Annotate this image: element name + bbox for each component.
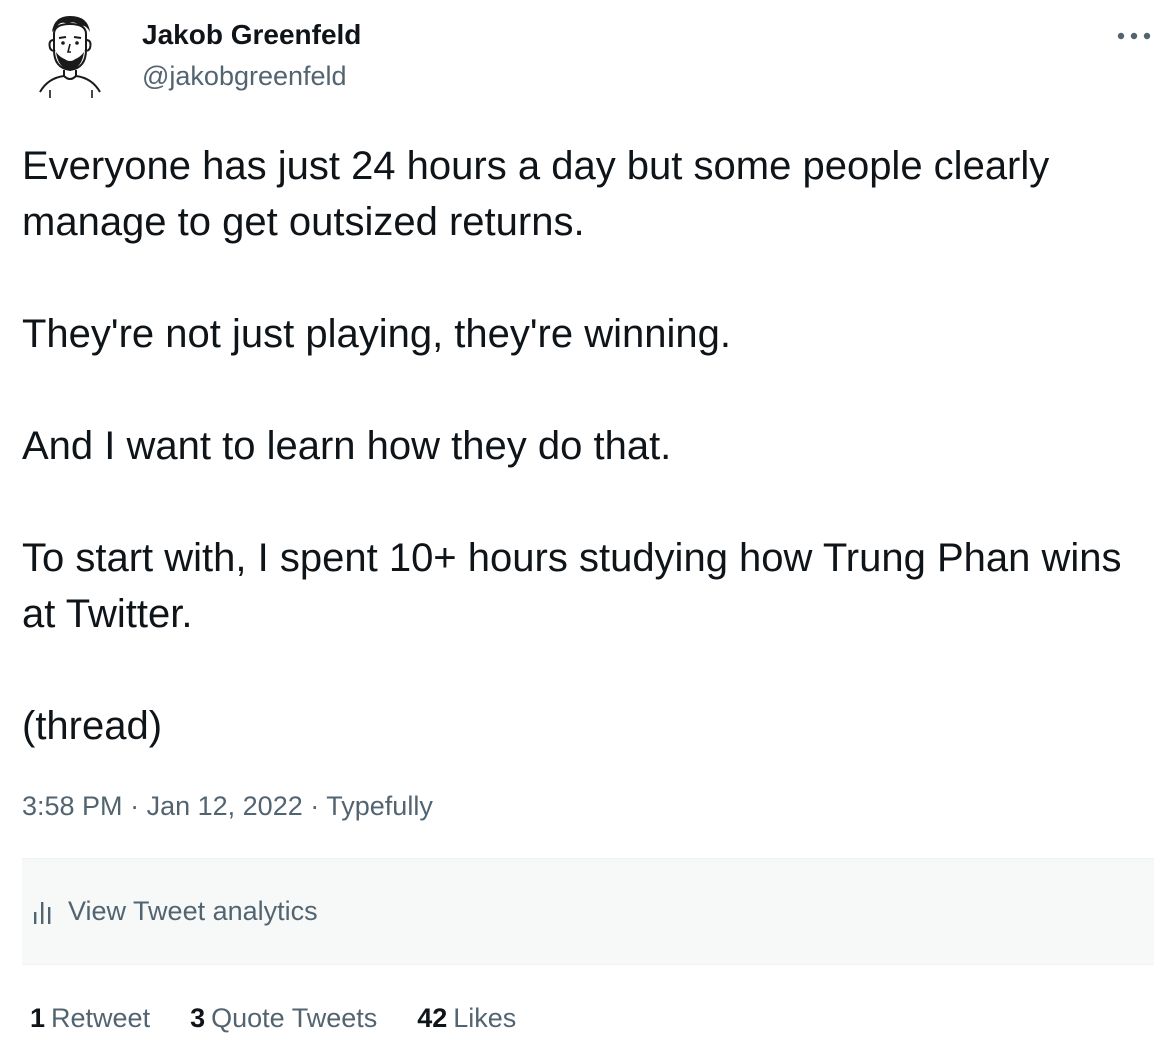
author-handle[interactable]: @jakobgreenfeld	[142, 60, 347, 92]
quote-tweet-count: 3	[190, 1003, 206, 1033]
tweet-date: Jan 12, 2022	[146, 791, 303, 821]
avatar[interactable]	[28, 10, 112, 102]
tweet-paragraph: (thread)	[22, 704, 163, 748]
quote-tweets-link[interactable]: 3 Quote Tweets	[190, 1000, 377, 1036]
likes-link[interactable]: 42 Likes	[417, 1000, 516, 1036]
tweet-time: 3:58 PM	[22, 791, 123, 821]
more-options-button[interactable]	[1112, 22, 1156, 50]
like-label: Likes	[453, 1003, 517, 1033]
more-dots-icon	[1117, 32, 1151, 40]
tweet-paragraph: And I want to learn how they do that.	[22, 424, 672, 468]
retweet-label: Retweet	[51, 1003, 151, 1033]
engagement-stats: 1 Retweet 3 Quote Tweets 42 Likes	[30, 1000, 556, 1036]
retweets-link[interactable]: 1 Retweet	[30, 1000, 150, 1036]
tweet-metadata: 3:58 PM · Jan 12, 2022 · Typefully	[22, 786, 433, 826]
author-name[interactable]: Jakob Greenfeld	[142, 18, 361, 52]
tweet-paragraph: They're not just playing, they're winnin…	[22, 312, 731, 356]
tweet-text: Everyone has just 24 hours a day but som…	[22, 138, 1156, 754]
retweet-count: 1	[30, 1003, 46, 1033]
tweet-source-link[interactable]: Typefully	[326, 791, 433, 821]
quote-tweet-label: Quote Tweets	[211, 1003, 378, 1033]
meta-separator: ·	[130, 791, 140, 821]
meta-separator: ·	[310, 791, 320, 821]
tweet-paragraph: To start with, I spent 10+ hours studyin…	[22, 536, 1122, 636]
view-analytics-button[interactable]: View Tweet analytics	[22, 858, 1154, 965]
bar-chart-icon	[32, 898, 58, 926]
like-count: 42	[417, 1003, 448, 1033]
tweet-paragraph: Everyone has just 24 hours a day but som…	[22, 144, 1050, 244]
analytics-label: View Tweet analytics	[68, 896, 318, 926]
tweet-time-link[interactable]: 3:58 PM · Jan 12, 2022	[22, 791, 303, 821]
avatar-illustration	[39, 16, 101, 98]
